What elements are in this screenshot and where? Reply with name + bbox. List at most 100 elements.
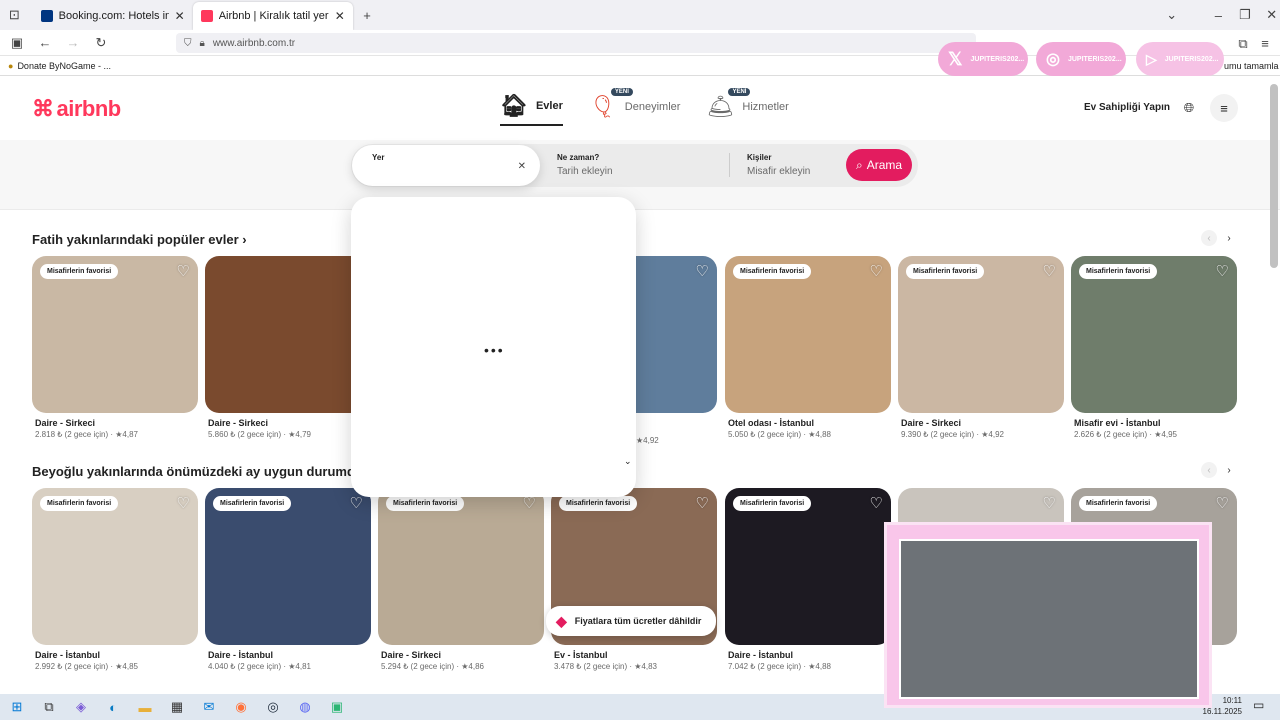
listing-card[interactable]: Misafirlerin favorisi ♡ Ev - İstanbul 3.… — [551, 488, 717, 671]
tab-airbnb[interactable]: Airbnb | Kiralık tatil yerleri, kulüb ✕ — [192, 2, 353, 30]
forward-icon[interactable]: → — [64, 35, 82, 50]
heart-icon[interactable]: ♡ — [870, 262, 883, 280]
heart-icon[interactable]: ♡ — [1216, 262, 1229, 280]
edge-icon[interactable]: ◐ — [104, 700, 122, 715]
heart-icon[interactable]: ♡ — [1216, 494, 1229, 512]
maximize-icon[interactable]: ❐ — [1237, 7, 1254, 23]
bookmark-right-text: umu tamamla — [1224, 60, 1279, 71]
firefox-icon[interactable]: ◉ — [232, 699, 250, 715]
listing-title: Ev - İstanbul — [554, 650, 608, 660]
discord-icon[interactable]: ◍ — [296, 699, 314, 715]
bookmark-item[interactable]: Donate ByNoGame - ... — [17, 61, 111, 71]
scrollbar[interactable] — [1270, 84, 1278, 268]
sidebar-icon[interactable]: ▣ — [8, 35, 26, 51]
listing-card[interactable]: Misafirlerin favorisi ♡ Misafir evi - İs… — [1071, 256, 1237, 439]
new-badge: YENİ — [728, 88, 751, 96]
globe-icon[interactable]: 🌐︎ — [1178, 97, 1200, 119]
where-field[interactable]: Yer ✕ — [352, 145, 540, 186]
x-logo-icon: 𝕏 — [948, 48, 963, 69]
where-input[interactable] — [372, 167, 512, 178]
who-placeholder: Misafir ekleyin — [747, 166, 811, 177]
favorite-badge: Misafirlerin favorisi — [906, 264, 985, 279]
copilot-icon[interactable]: ◈ — [72, 699, 90, 715]
listing-title: Daire - İstanbul — [35, 650, 101, 660]
mail-icon[interactable]: ✉ — [200, 699, 218, 715]
price-info-toast[interactable]: ◆ Fiyatlara tüm ücretler dâhildir — [546, 606, 716, 636]
listing-photo: Misafirlerin favorisi ♡ — [898, 256, 1064, 413]
minimize-icon[interactable]: – — [1210, 8, 1227, 23]
hamburger-menu-icon[interactable]: ≡ — [1210, 94, 1238, 122]
heart-icon[interactable]: ♡ — [1043, 494, 1056, 512]
notification-icon[interactable]: ▭ — [1253, 698, 1264, 712]
youtube-icon: ▷ — [1146, 50, 1157, 67]
become-host-link[interactable]: Ev Sahipliği Yapın — [1084, 102, 1170, 113]
chevron-down-icon[interactable]: ⌄ — [1163, 7, 1180, 23]
favorite-badge: Misafirlerin favorisi — [40, 264, 119, 279]
menu-icon[interactable]: ≡ — [1256, 36, 1274, 51]
listing-card[interactable]: Misafirlerin favorisi ♡ Otel odası - İst… — [725, 256, 891, 439]
heart-icon[interactable]: ♡ — [696, 494, 709, 512]
app-icon[interactable]: ▣ — [328, 699, 346, 715]
close-tab-icon[interactable]: ✕ — [175, 9, 185, 23]
heart-icon[interactable]: ♡ — [870, 494, 883, 512]
store-icon[interactable]: ▦ — [168, 699, 186, 715]
listing-price: 4.040 ₺ (2 gece için) · ★4,81 — [208, 662, 311, 671]
listing-card[interactable]: Misafirlerin favorisi ♡ Daire - İstanbul… — [32, 488, 198, 671]
close-tab-icon[interactable]: ✕ — [335, 9, 345, 23]
tab-title: Booking.com: Hotels in Lizbon. — [58, 10, 169, 22]
new-tab-icon[interactable]: + — [359, 8, 376, 23]
extensions-icon[interactable]: ⧉ — [1234, 36, 1252, 52]
booking-favicon-icon — [40, 10, 53, 22]
listing-card[interactable]: Misafirlerin favorisi ♡ Daire - İstanbul… — [725, 488, 891, 671]
who-label: Kişiler — [747, 153, 772, 162]
listing-card[interactable]: Misafirlerin favorisi ♡ Daire - İstanbul… — [205, 488, 371, 671]
clear-icon[interactable]: ✕ — [518, 161, 526, 172]
reload-icon[interactable]: ↻ — [92, 35, 110, 51]
url-bar[interactable]: ⛉ 🔒︎ www.airbnb.com.tr — [176, 33, 976, 53]
task-view-icon[interactable]: ⧉ — [40, 699, 58, 715]
next-arrow-icon[interactable]: › — [1221, 230, 1237, 246]
heart-icon[interactable]: ♡ — [1043, 262, 1056, 280]
steam-icon[interactable]: ◎ — [264, 699, 282, 715]
airbnb-logo[interactable]: ⌘ airbnb — [32, 96, 121, 122]
search-icon: ⌕ — [855, 157, 863, 172]
house-icon: 🏠︎ — [500, 93, 528, 118]
listing-card[interactable]: Misafirlerin favorisi ♡ Daire - Sirkeci … — [32, 256, 198, 439]
when-label: Ne zaman? — [557, 153, 600, 162]
social-handle: JUPITERIS202... — [970, 55, 1025, 63]
heart-icon[interactable]: ♡ — [696, 262, 709, 280]
listing-card[interactable]: Misafirlerin favorisi ♡ Daire - Sirkeci … — [898, 256, 1064, 439]
tab-experiences[interactable]: YENİ 🎈︎ Deneyimler — [588, 88, 680, 126]
folder-icon[interactable]: ▬ — [136, 700, 154, 715]
listing-price: 2.626 ₺ (2 gece için) · ★4,95 — [1074, 430, 1177, 439]
heart-icon[interactable]: ♡ — [350, 494, 363, 512]
tab-homes[interactable]: 🏠︎ Evler — [500, 88, 563, 126]
social-handle: JUPITERIS202... — [1067, 55, 1122, 63]
who-field[interactable]: Kişiler Misafir ekleyin — [747, 153, 810, 177]
heart-icon[interactable]: ♡ — [177, 494, 190, 512]
when-field[interactable]: Ne zaman? Tarih ekleyin — [557, 153, 613, 177]
social-youtube-pill: ▷ JUPITERIS202... — [1136, 42, 1224, 76]
listing-card[interactable]: Daire - Sirkeci 5.860 ₺ (2 gece için) · … — [205, 256, 371, 439]
prev-arrow-icon[interactable]: ‹ — [1201, 230, 1217, 246]
search-button[interactable]: ⌕ Arama — [846, 149, 912, 181]
heart-icon[interactable]: ♡ — [177, 262, 190, 280]
bell-icon: 🛎︎ — [706, 94, 735, 119]
tab-list-icon[interactable]: ⊡ — [6, 7, 23, 23]
windows-start-icon[interactable]: ⊞ — [8, 699, 26, 715]
balloon-icon: 🎈︎ — [588, 94, 617, 119]
next-arrow-icon[interactable]: › — [1221, 462, 1237, 478]
shield-icon: ⛉ — [184, 37, 192, 49]
section-title[interactable]: Fatih yakınlarındaki popüler evler › — [32, 232, 247, 247]
listing-title: Daire - Sirkeci — [208, 418, 269, 428]
listing-title: Daire - Sirkeci — [901, 418, 962, 428]
close-window-icon[interactable]: ✕ — [1263, 7, 1280, 23]
section-title[interactable]: Beyoğlu yakınlarında önümüzdeki ay uygun… — [32, 464, 392, 479]
tab-booking[interactable]: Booking.com: Hotels in Lizbon. ✕ — [33, 2, 193, 30]
back-icon[interactable]: ← — [36, 35, 54, 50]
chevron-down-icon[interactable]: ⌄ — [624, 456, 632, 467]
prev-arrow-icon[interactable]: ‹ — [1201, 462, 1217, 478]
listing-card[interactable]: Misafirlerin favorisi ♡ Daire - Sirkeci … — [378, 488, 544, 671]
social-handle: JUPITERIS202... — [1164, 55, 1219, 63]
tab-services[interactable]: YENİ 🛎︎ Hizmetler — [706, 88, 789, 126]
